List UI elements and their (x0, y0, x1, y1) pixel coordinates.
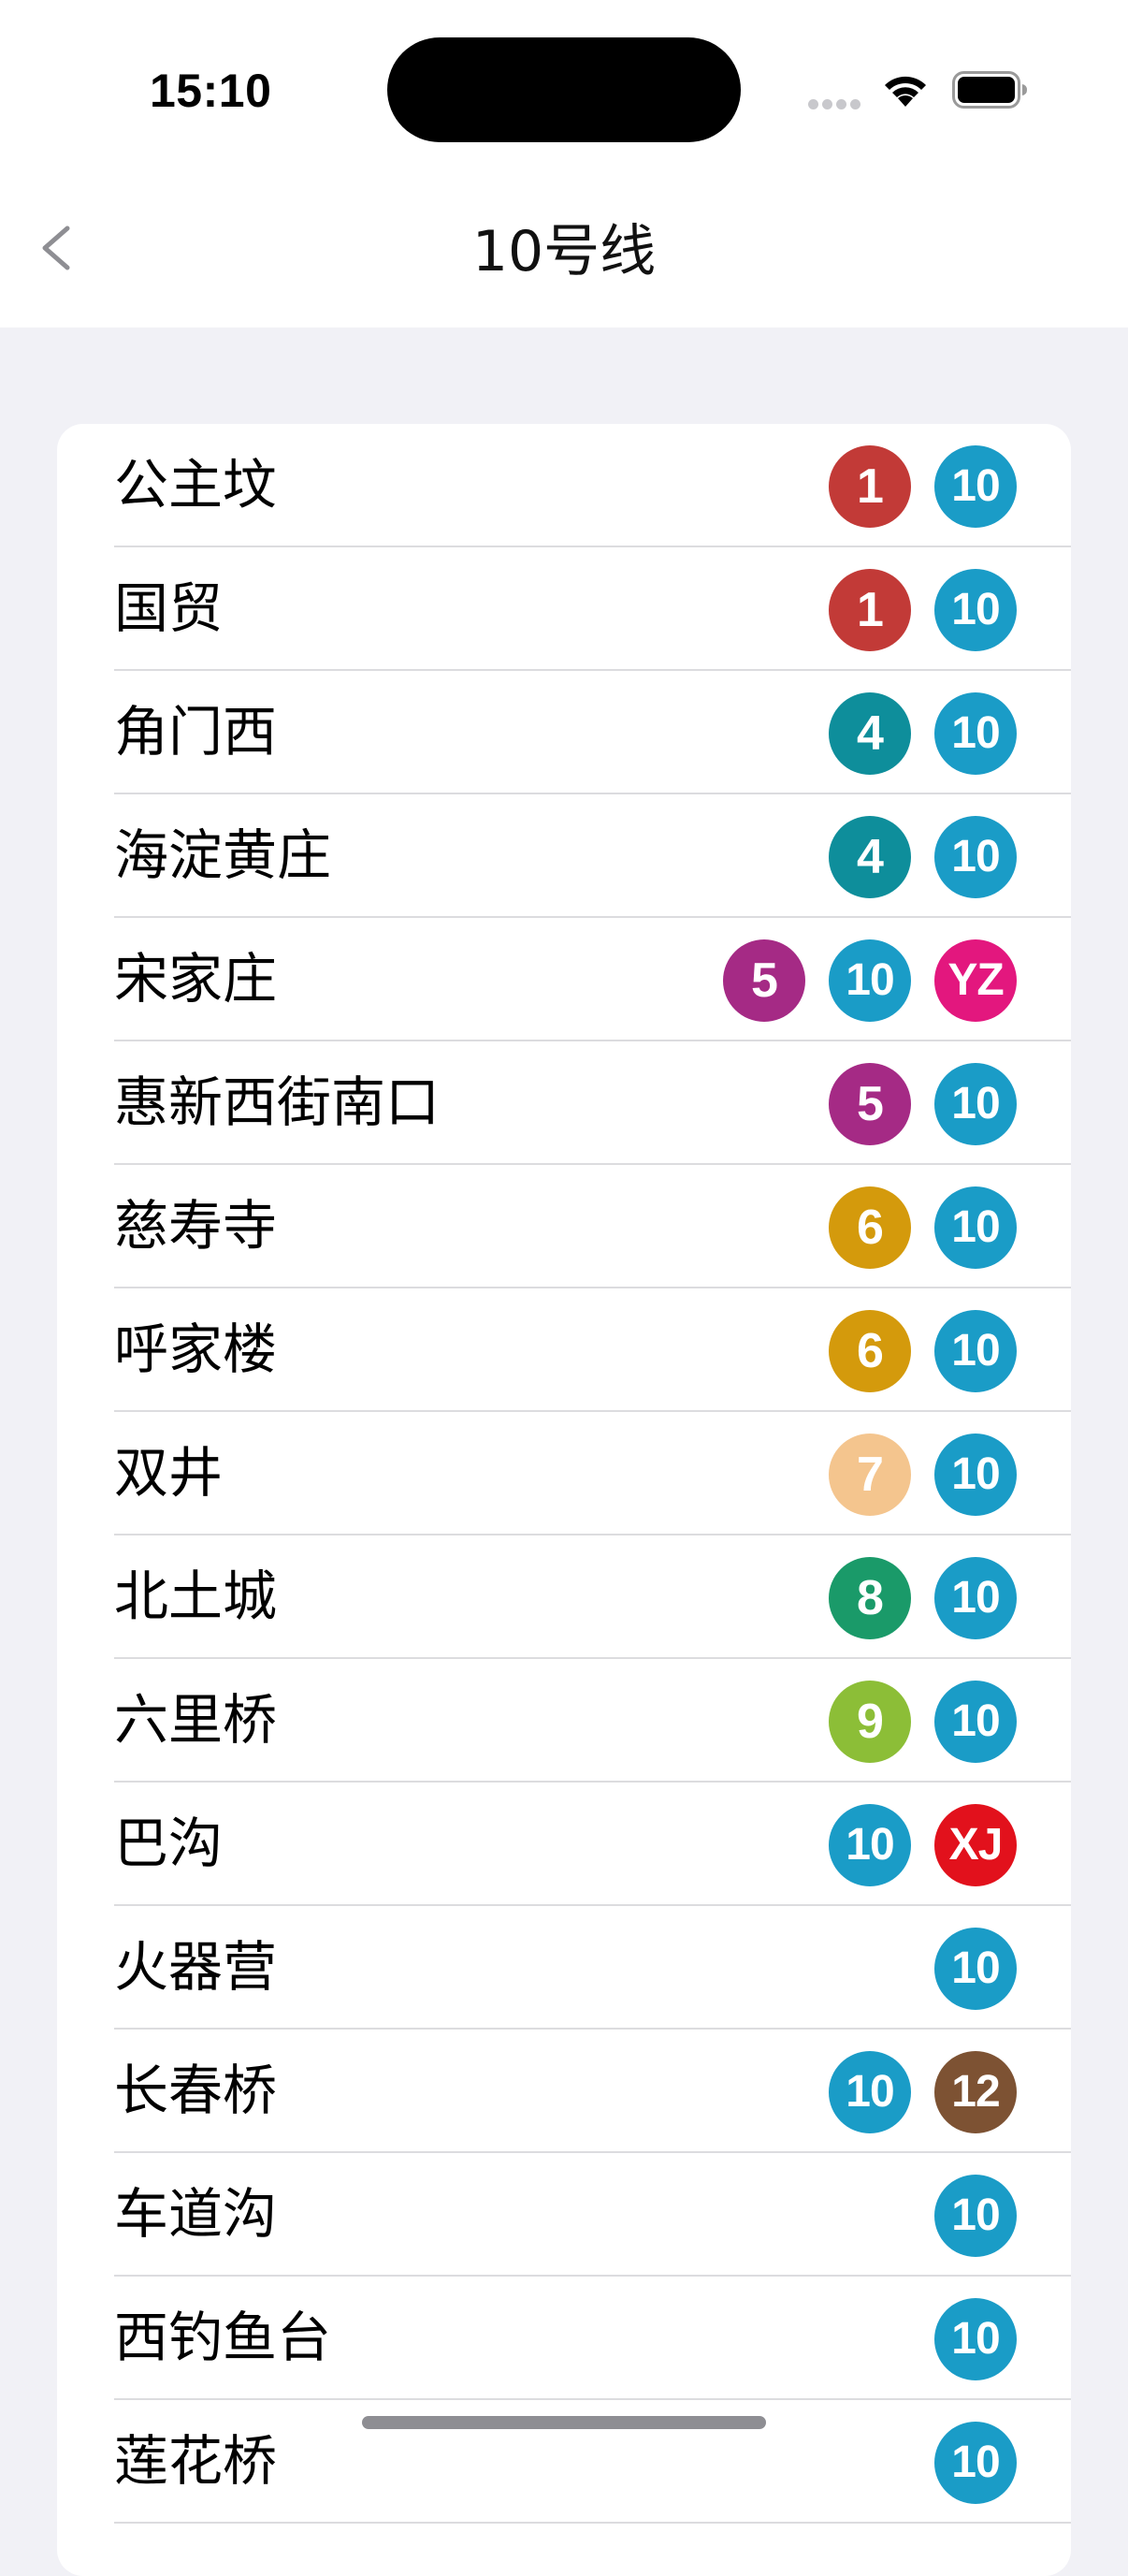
line-badge: 10 (934, 2175, 1017, 2257)
station-name: 公主坟 (114, 453, 278, 517)
line-badge: 10 (934, 2298, 1017, 2380)
line-badge: 8 (829, 1557, 911, 1639)
line-badges: 12 10 (829, 2051, 1017, 2133)
station-name: 西钓鱼台 (114, 2306, 332, 2369)
line-badge: YZ (934, 939, 1017, 1022)
station-name: 呼家楼 (114, 1317, 278, 1381)
station-name: 长春桥 (114, 2059, 278, 2122)
station-name: 车道沟 (114, 2182, 278, 2246)
line-badges: 10 1 (829, 445, 1017, 528)
line-badge: 12 (934, 2051, 1017, 2133)
line-badge: 6 (829, 1186, 911, 1269)
status-bar: 15:10 (0, 0, 1128, 178)
line-badge: 1 (829, 445, 911, 528)
line-badge: 10 (829, 939, 911, 1022)
line-badge: 10 (934, 1928, 1017, 2010)
dynamic-island (387, 37, 741, 142)
station-row[interactable]: 北土城 10 8 (114, 1535, 1071, 1659)
wifi-icon (885, 76, 926, 107)
navigation-bar: 10号线 (0, 178, 1128, 327)
line-badge: 10 (934, 1557, 1017, 1639)
line-badges: 10 5 (829, 1063, 1017, 1145)
line-badge: 5 (829, 1063, 911, 1145)
line-badge: XJ (934, 1804, 1017, 1886)
line-badges: 10 8 (829, 1557, 1017, 1639)
line-badge: 10 (934, 816, 1017, 898)
line-badges: 10 4 (829, 692, 1017, 775)
line-badge: 10 (934, 692, 1017, 775)
line-badge: 10 (934, 1434, 1017, 1516)
station-name: 火器营 (114, 1935, 278, 1999)
line-badges: 10 (934, 1928, 1017, 2010)
page-title: 10号线 (471, 219, 657, 284)
line-badge: 10 (934, 1186, 1017, 1269)
line-badge: 4 (829, 816, 911, 898)
station-row[interactable]: 呼家楼 10 6 (114, 1288, 1071, 1412)
station-name: 海淀黄庄 (114, 823, 332, 887)
station-name: 慈寿寺 (114, 1194, 278, 1258)
line-badge: 10 (934, 1681, 1017, 1763)
station-name: 国贸 (114, 576, 224, 640)
station-row[interactable]: 西钓鱼台 10 (114, 2277, 1071, 2400)
station-name: 惠新西街南口 (114, 1070, 441, 1134)
line-badges: YZ 10 5 (723, 939, 1017, 1022)
line-badges: 10 (934, 2175, 1017, 2257)
station-row[interactable]: 宋家庄 YZ 10 5 (114, 918, 1071, 1041)
line-badges: 10 4 (829, 816, 1017, 898)
station-row[interactable]: 慈寿寺 10 6 (114, 1165, 1071, 1288)
line-badge: 1 (829, 569, 911, 651)
line-badges: 10 1 (829, 569, 1017, 651)
status-time: 15:10 (150, 65, 272, 117)
line-badge: 10 (829, 2051, 911, 2133)
line-badge: 5 (723, 939, 805, 1022)
station-name: 双井 (114, 1441, 224, 1505)
line-badge: 10 (934, 1310, 1017, 1392)
station-row[interactable]: 六里桥 10 9 (114, 1659, 1071, 1783)
line-badge: 10 (934, 569, 1017, 651)
station-name: 宋家庄 (114, 947, 278, 1011)
station-row[interactable]: 车道沟 10 (114, 2153, 1071, 2277)
line-badge: 10 (934, 2422, 1017, 2504)
station-row[interactable]: 惠新西街南口 10 5 (114, 1041, 1071, 1165)
station-row[interactable]: 公主坟 10 1 (114, 424, 1071, 547)
line-badge: 10 (934, 1063, 1017, 1145)
station-name: 北土城 (114, 1565, 278, 1628)
station-row[interactable]: 巴沟 XJ 10 (114, 1783, 1071, 1906)
battery-icon (952, 71, 1027, 109)
line-badges: 10 6 (829, 1186, 1017, 1269)
station-name: 角门西 (114, 700, 278, 764)
station-row[interactable]: 海淀黄庄 10 4 (114, 794, 1071, 918)
cellular-signal-icon (808, 99, 860, 109)
line-badges: 10 (934, 2422, 1017, 2504)
line-badge: 9 (829, 1681, 911, 1763)
station-row[interactable]: 火器营 10 (114, 1906, 1071, 2030)
station-list: 公主坟 10 1 国贸 10 1 角门西 10 4 海淀黄庄 10 4 宋家庄 YZ 10 5 惠新西街南口 10… (57, 424, 1071, 2576)
line-badge: 4 (829, 692, 911, 775)
station-name: 巴沟 (114, 1812, 224, 1875)
station-name: 莲花桥 (114, 2429, 278, 2493)
line-badges: 10 6 (829, 1310, 1017, 1392)
line-badges: 10 9 (829, 1681, 1017, 1763)
line-badges: 10 (934, 2298, 1017, 2380)
station-row[interactable]: 双井 10 7 (114, 1412, 1071, 1535)
line-badge: 10 (934, 445, 1017, 528)
line-badge: 10 (829, 1804, 911, 1886)
home-indicator[interactable] (362, 2416, 766, 2429)
line-badges: 10 7 (829, 1434, 1017, 1516)
line-badge: 7 (829, 1434, 911, 1516)
line-badge: 6 (829, 1310, 911, 1392)
station-row[interactable]: 长春桥 12 10 (114, 2030, 1071, 2153)
line-badges: XJ 10 (829, 1804, 1017, 1886)
station-row[interactable]: 国贸 10 1 (114, 547, 1071, 671)
station-row[interactable]: 角门西 10 4 (114, 671, 1071, 794)
station-name: 六里桥 (114, 1688, 278, 1752)
